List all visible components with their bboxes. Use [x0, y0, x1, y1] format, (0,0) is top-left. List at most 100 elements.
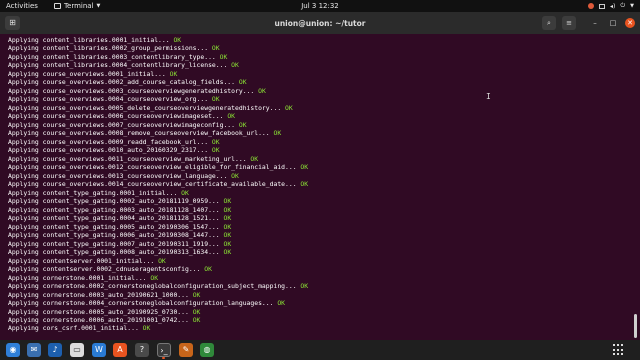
terminal-line: Applying content_libraries.0002_group_pe… [8, 44, 626, 52]
terminal-line: Applying content_libraries.0001_initial.… [8, 36, 626, 44]
maximize-icon: □ [609, 19, 617, 27]
terminal-line: Applying contentserver.0002_cdnuseragent… [8, 265, 626, 273]
ok-status: OK [158, 256, 166, 265]
terminal-line-text: Applying content_libraries.0001_initial.… [8, 36, 174, 44]
terminal-line: Applying cornerstone.0001_initial... OK [8, 274, 626, 282]
ok-status: OK [227, 112, 236, 121]
terminal-line-text: Applying contentserver.0001_initial... [8, 256, 159, 265]
help-icon[interactable]: ? [135, 343, 149, 357]
mail-icon[interactable]: ✉ [27, 343, 41, 357]
ok-status: OK [258, 86, 266, 95]
ok-status: OK [273, 129, 282, 138]
terminal-line: Applying course_overviews.0001_initial..… [8, 70, 626, 78]
close-button[interactable]: ✕ [625, 18, 635, 28]
terminal-line-text: Applying content_type_gating.0002_auto_2… [8, 197, 224, 206]
terminal-line: Applying course_overviews.0005_delete_co… [8, 104, 626, 112]
terminal-line-text: Applying course_overviews.0013_courseove… [8, 171, 232, 180]
ok-status: OK [300, 180, 309, 189]
activities-button[interactable]: Activities [6, 2, 38, 10]
hamburger-menu-icon: ≡ [566, 19, 572, 27]
terminal-line-text: Applying course_overviews.0006_courseove… [8, 112, 228, 121]
software-center-icon[interactable]: A [113, 343, 127, 357]
minimize-button[interactable]: – [590, 18, 600, 28]
ok-status: OK [300, 163, 309, 172]
ok-status: OK [169, 69, 178, 78]
terminal-line-text: Applying course_overviews.0008_remove_co… [8, 129, 274, 138]
close-icon: ✕ [627, 19, 633, 27]
terminal-line-text: Applying content_libraries.0004_contentl… [8, 61, 232, 70]
terminal-line-text: Applying cornerstone.0001_initial... [8, 273, 151, 282]
writer-icon[interactable]: W [92, 343, 106, 357]
window-titlebar[interactable]: ⊞ union@union: ~/tutor ⌕ ≡ – □ ✕ [0, 12, 640, 34]
ok-status: OK [204, 265, 212, 274]
system-tray[interactable]: ◂) ⏻ ▼ [588, 0, 634, 12]
extensions-icon[interactable]: ◍ [200, 343, 214, 357]
power-icon: ⏻ [620, 2, 626, 9]
terminal-line-text: Applying content_libraries.0002_group_pe… [8, 44, 212, 53]
terminal-line-text: Applying content_libraries.0003_contentl… [8, 52, 220, 61]
search-icon: ⌕ [547, 19, 551, 27]
dock: ◉ ✉ ♪ ▭ W A ? ›_ ✎ ◍ [0, 340, 640, 360]
ok-status: OK [223, 231, 232, 240]
terminal-line-text: Applying content_type_gating.0005_auto_2… [8, 222, 224, 231]
terminal-line: Applying course_overviews.0009_readd_fac… [8, 138, 626, 146]
terminal-window: ⊞ union@union: ~/tutor ⌕ ≡ – □ ✕ Applyin… [0, 12, 640, 340]
terminal-line: Applying content_type_gating.0002_auto_2… [8, 197, 626, 205]
maximize-button[interactable]: □ [608, 18, 618, 28]
ok-status: OK [211, 137, 220, 146]
terminal-line: Applying cornerstone.0005_auto_20190925_… [8, 308, 626, 316]
browser-icon[interactable]: ◉ [6, 343, 20, 357]
terminal-line: Applying cornerstone.0002_cornerstoneglo… [8, 282, 626, 290]
ok-status: OK [285, 103, 293, 112]
ok-status: OK [231, 61, 239, 70]
terminal-line: Applying course_overviews.0004_courseove… [8, 95, 626, 103]
editor-icon[interactable]: ✎ [179, 343, 193, 357]
network-icon [599, 3, 606, 9]
terminal-line: Applying course_overviews.0008_remove_co… [8, 129, 626, 137]
terminal-line: Applying course_overviews.0002_add_cours… [8, 78, 626, 86]
terminal-line-text: Applying content_type_gating.0008_auto_2… [8, 248, 224, 257]
music-icon[interactable]: ♪ [48, 343, 62, 357]
terminal-line: Applying contentserver.0001_initial... O… [8, 257, 626, 265]
ok-status: OK [192, 290, 201, 299]
terminal-line-text: Applying content_type_gating.0004_auto_2… [8, 214, 224, 223]
terminal-line-text: Applying course_overviews.0010_auto_2016… [8, 146, 212, 155]
ok-status: OK [223, 248, 232, 257]
terminal-line-text: Applying course_overviews.0002_add_cours… [8, 78, 239, 87]
ok-status: OK [219, 52, 228, 61]
search-button[interactable]: ⌕ [542, 16, 556, 30]
terminal-line-text: Applying contentserver.0002_cdnuseragent… [8, 265, 205, 274]
files-icon[interactable]: ▭ [70, 343, 84, 357]
terminal-app-icon [53, 3, 61, 9]
terminal-line: Applying course_overviews.0010_auto_2016… [8, 146, 626, 154]
terminal-line: Applying cornerstone.0003_auto_20190621_… [8, 291, 626, 299]
terminal-line-text: Applying content_type_gating.0006_auto_2… [8, 231, 224, 240]
terminal-line-text: Applying course_overviews.0009_readd_fac… [8, 137, 212, 146]
app-menu-terminal[interactable]: Terminal ▼ [53, 2, 100, 10]
terminal-line: Applying course_overviews.0013_courseove… [8, 172, 626, 180]
running-indicator [162, 357, 165, 359]
terminal-line: Applying content_type_gating.0004_auto_2… [8, 214, 626, 222]
terminal-line-text: Applying course_overviews.0012_courseove… [8, 163, 301, 172]
terminal-line: Applying content_type_gating.0001_initia… [8, 189, 626, 197]
terminal-output[interactable]: Applying content_libraries.0001_initial.… [8, 36, 626, 340]
ok-status: OK [142, 324, 151, 333]
ok-status: OK [277, 299, 286, 308]
terminal-line-text: Applying course_overviews.0011_courseove… [8, 154, 251, 163]
scrollbar-thumb[interactable] [634, 314, 637, 338]
show-applications-icon[interactable] [613, 344, 625, 356]
new-tab-button[interactable]: ⊞ [5, 16, 20, 30]
ok-status: OK [150, 273, 159, 282]
notification-indicator-icon[interactable] [588, 3, 595, 9]
ok-status: OK [238, 78, 247, 87]
terminal-line-text: Applying course_overviews.0004_courseove… [8, 95, 212, 104]
ok-status: OK [211, 95, 220, 104]
terminal-icon[interactable]: ›_ [157, 343, 171, 357]
menu-button[interactable]: ≡ [562, 16, 576, 30]
ok-status: OK [223, 197, 232, 206]
terminal-line-text: Applying content_type_gating.0001_initia… [8, 188, 182, 197]
scrollbar[interactable] [634, 34, 638, 340]
new-tab-icon: ⊞ [9, 18, 16, 27]
terminal-line-text: Applying course_overviews.0001_initial..… [8, 69, 170, 78]
terminal-line-text: Applying content_type_gating.0003_auto_2… [8, 205, 224, 214]
